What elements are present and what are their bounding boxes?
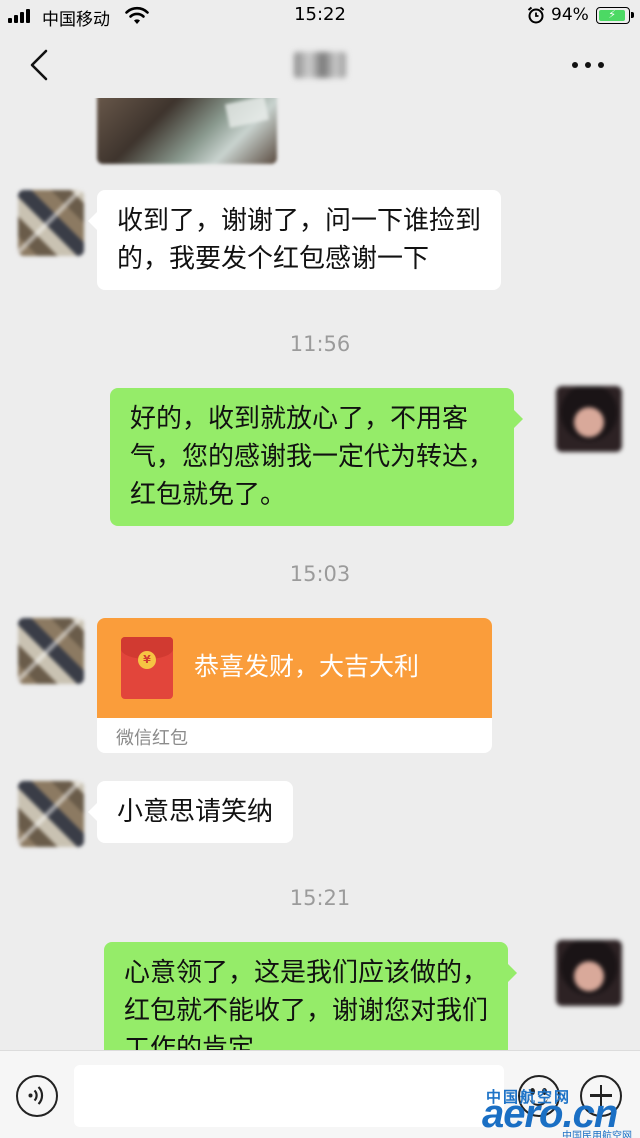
message-timestamp: 15:03 <box>289 562 351 586</box>
contact-avatar[interactable] <box>18 190 84 256</box>
red-packet-label: 微信红包 <box>116 728 188 749</box>
message-line: 心意领了，这是我们应该做的， <box>124 958 489 988</box>
red-packet-greeting: 恭喜发财，大吉大利 <box>194 652 420 681</box>
message-timestamp: 11:56 <box>289 332 351 356</box>
self-avatar[interactable] <box>556 386 622 452</box>
self-avatar[interactable] <box>556 940 622 1006</box>
battery-percentage: 94% <box>551 5 589 25</box>
contact-avatar[interactable] <box>18 618 84 684</box>
battery-icon: ⚡ <box>596 7 634 24</box>
message-line: 红包就免了。 <box>130 480 287 510</box>
chat-header <box>0 32 640 98</box>
chat-title <box>0 52 640 84</box>
message-line: 气，您的感谢我一定代为转达， <box>130 442 495 472</box>
outgoing-message-bubble[interactable]: 好的，收到就放心了，不用客 气，您的感谢我一定代为转达， 红包就免了。 <box>110 388 524 526</box>
site-watermark: aero.cn 中国航空网 中国民用航空网 <box>478 1082 640 1138</box>
message-timestamp: 15:21 <box>289 886 351 910</box>
image-message[interactable] <box>97 98 277 164</box>
message-line: 工作的肯定。 <box>124 1034 281 1050</box>
message-line: 小意思请笑纳 <box>117 797 274 827</box>
message-line: 红包就不能收了，谢谢您对我们 <box>124 996 489 1026</box>
red-packet-body: ¥ 恭喜发财，大吉大利 <box>97 618 492 718</box>
watermark-cn: 中国航空网 <box>486 1088 572 1106</box>
more-options-icon[interactable] <box>572 62 604 68</box>
alarm-icon <box>527 6 545 24</box>
message-line: 的，我要发个红包感谢一下 <box>117 244 430 274</box>
contact-avatar[interactable] <box>18 781 84 847</box>
message-line: 收到了，谢谢了，问一下谁捡到 <box>117 206 482 236</box>
voice-input-icon[interactable] <box>16 1075 58 1117</box>
red-envelope-icon: ¥ <box>121 637 173 699</box>
red-packet-message[interactable]: ¥ 恭喜发财，大吉大利 微信红包 <box>97 618 492 753</box>
incoming-message-bubble[interactable]: 收到了，谢谢了，问一下谁捡到 的，我要发个红包感谢一下 <box>87 190 502 290</box>
message-line: 好的，收到就放心了，不用客 <box>130 404 469 434</box>
incoming-message-bubble[interactable]: 小意思请笑纳 <box>87 781 294 843</box>
message-input[interactable] <box>74 1065 504 1127</box>
chat-message-list[interactable]: 收到了，谢谢了，问一下谁捡到 的，我要发个红包感谢一下 11:56 好的，收到就… <box>0 98 640 1050</box>
watermark-sub: 中国民用航空网 <box>562 1131 632 1138</box>
blurred-contact-name <box>294 52 346 78</box>
outgoing-message-bubble[interactable]: 心意领了，这是我们应该做的， 红包就不能收了，谢谢您对我们 工作的肯定。 <box>104 942 518 1050</box>
status-bar: 中国移动 15:22 94% ⚡ <box>0 0 640 32</box>
